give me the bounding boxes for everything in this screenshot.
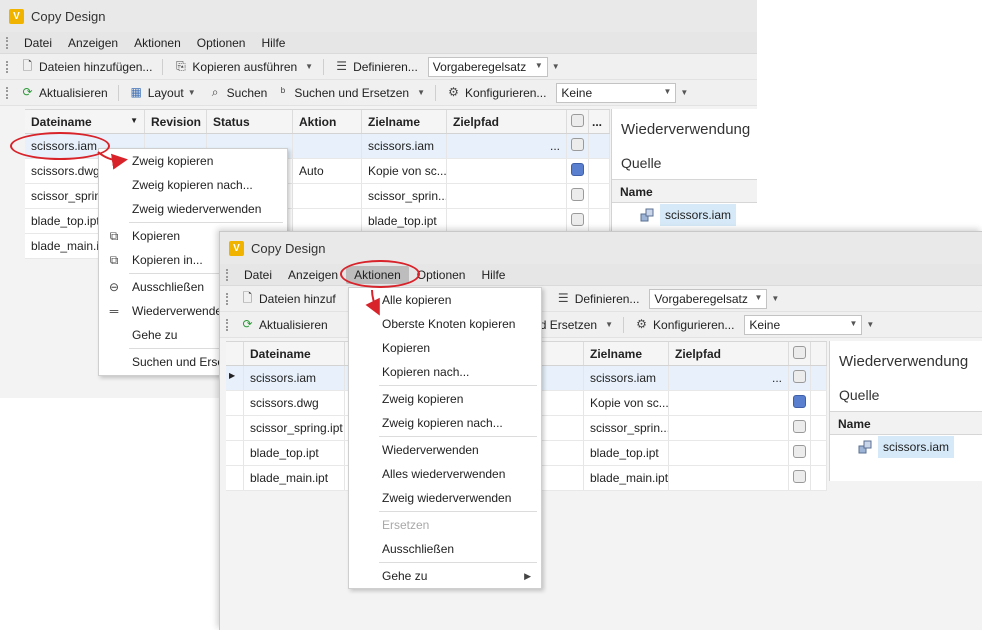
annotation-arrow-2 [365,289,380,316]
annotation-arrow-1 [97,151,128,170]
annotation-arrows [97,151,380,316]
